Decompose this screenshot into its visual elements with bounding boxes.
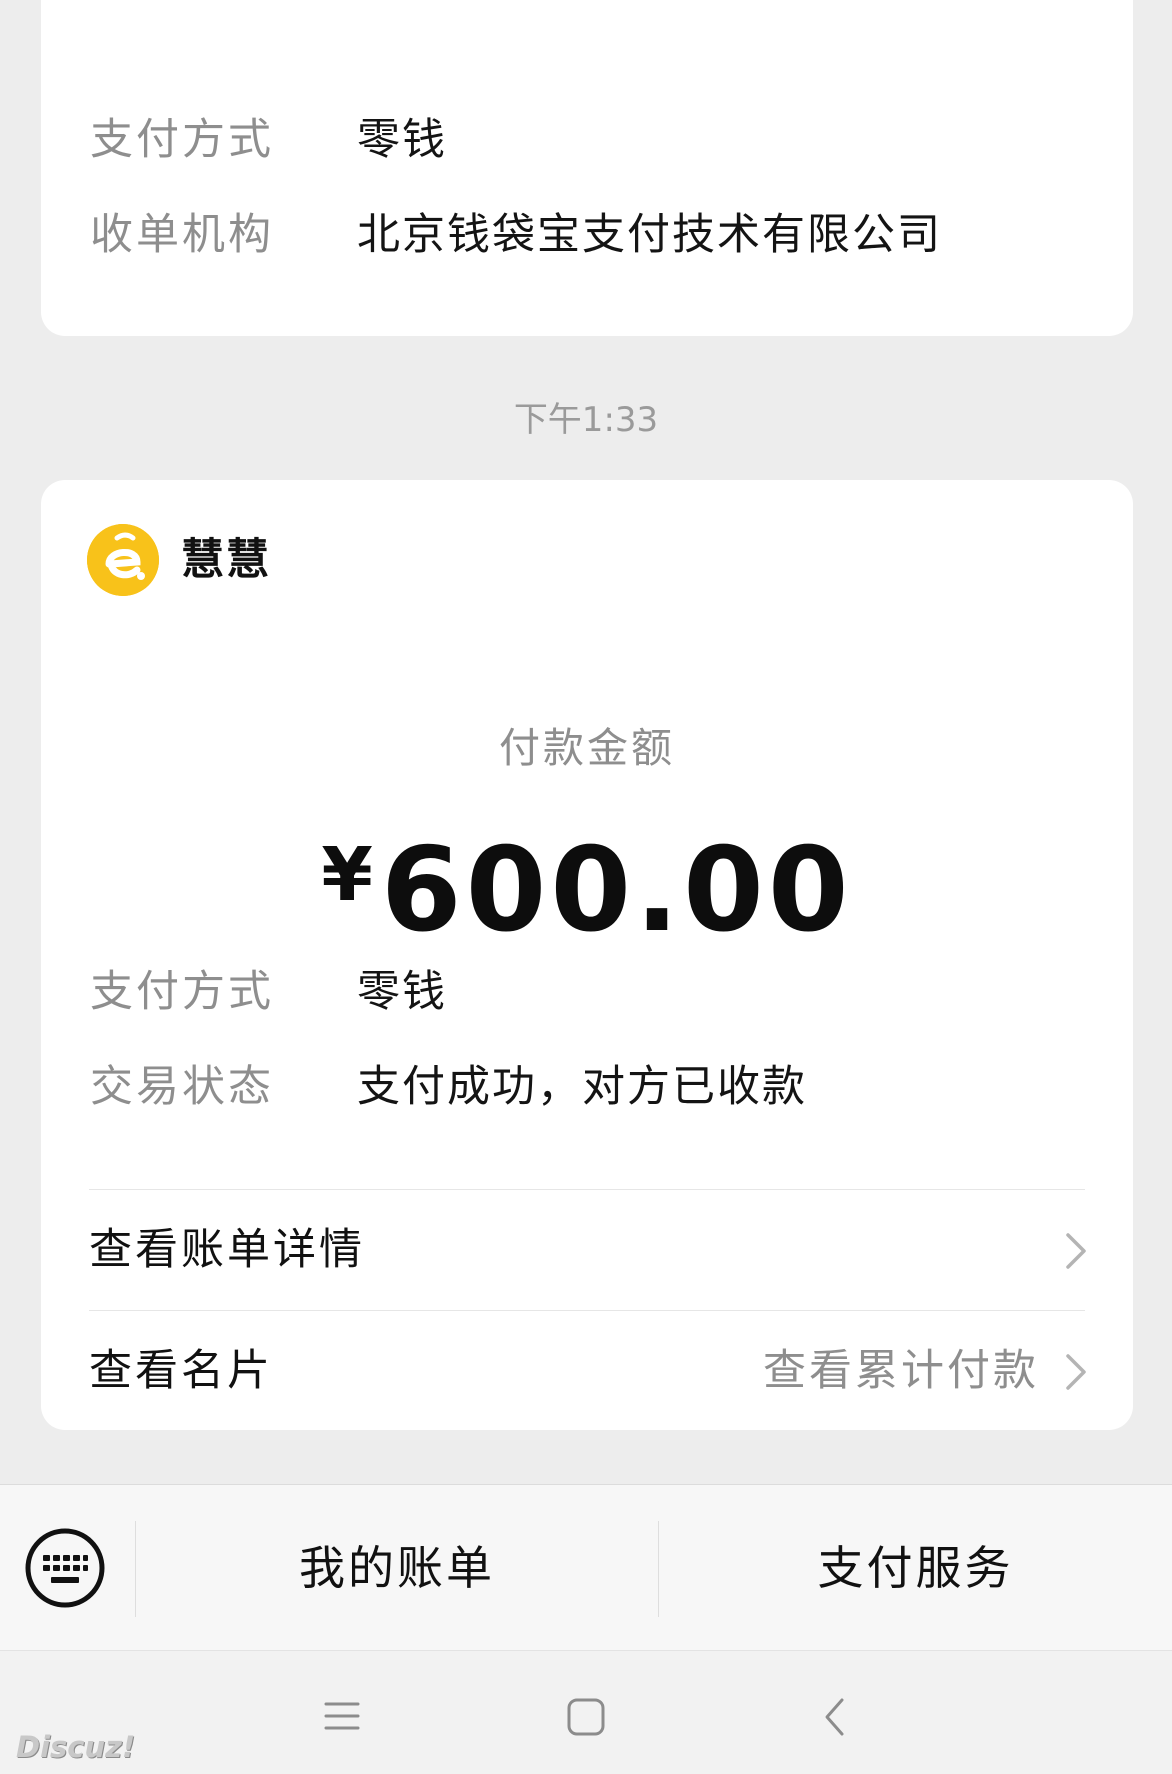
transaction-status-value: 支付成功，对方已收款: [357, 1062, 807, 1112]
acquirer-label: 收单机构: [90, 210, 274, 260]
payment-method-value: 零钱: [357, 115, 447, 165]
keyboard-icon[interactable]: [24, 1527, 106, 1609]
nav-home-icon[interactable]: [566, 1697, 606, 1737]
view-total-payments-link[interactable]: 查看累计付款: [763, 1341, 1039, 1401]
chevron-right-icon: [1066, 1233, 1086, 1269]
amount-display: ¥600.00: [41, 815, 1133, 985]
nav-back-icon[interactable]: [822, 1697, 848, 1737]
amount-label: 付款金额: [499, 724, 675, 772]
chevron-right-icon: [1066, 1354, 1086, 1390]
view-card-label: 查看名片: [89, 1346, 273, 1396]
merchant-avatar: [87, 524, 159, 596]
divider: [89, 1189, 1085, 1190]
nav-menu-icon[interactable]: [322, 1699, 362, 1733]
view-bill-details-label: 查看账单详情: [89, 1225, 365, 1275]
message-timestamp: 下午1:33: [513, 400, 659, 440]
merchant-logo-icon: [87, 524, 159, 596]
payment-method-row: 支付方式 零钱: [90, 110, 1093, 170]
payment-method-row: 支付方式 零钱: [90, 962, 1093, 1022]
payment-method-label: 支付方式: [90, 967, 274, 1017]
payment-card[interactable]: 慧慧 付款金额 ¥600.00 支付方式 零钱 交易状态 支付成功，对方已收款 …: [41, 480, 1133, 1430]
system-navigation-bar: [0, 1650, 1172, 1774]
amount-value: 600.00: [380, 823, 853, 958]
currency-symbol: ¥: [321, 832, 373, 918]
acquirer-value: 北京钱袋宝支付技术有限公司: [357, 210, 942, 260]
payment-method-label: 支付方式: [90, 115, 274, 165]
merchant-name: 慧慧: [181, 535, 271, 585]
my-bills-button[interactable]: 我的账单: [136, 1485, 658, 1651]
view-bill-details-link[interactable]: 查看账单详情: [89, 1200, 1087, 1300]
view-card-link[interactable]: 查看名片 查看累计付款: [89, 1321, 1087, 1421]
payment-services-button[interactable]: 支付服务: [659, 1485, 1172, 1651]
bottom-action-bar: 我的账单 支付服务: [0, 1484, 1172, 1650]
watermark: Discuz!: [16, 1730, 136, 1764]
payment-method-value: 零钱: [357, 967, 447, 1017]
previous-payment-card: 支付方式 零钱 收单机构 北京钱袋宝支付技术有限公司: [41, 0, 1133, 336]
acquirer-row: 收单机构 北京钱袋宝支付技术有限公司: [90, 205, 1093, 265]
divider: [89, 1310, 1085, 1311]
transaction-status-row: 交易状态 支付成功，对方已收款: [90, 1057, 1093, 1117]
transaction-status-label: 交易状态: [90, 1062, 274, 1112]
